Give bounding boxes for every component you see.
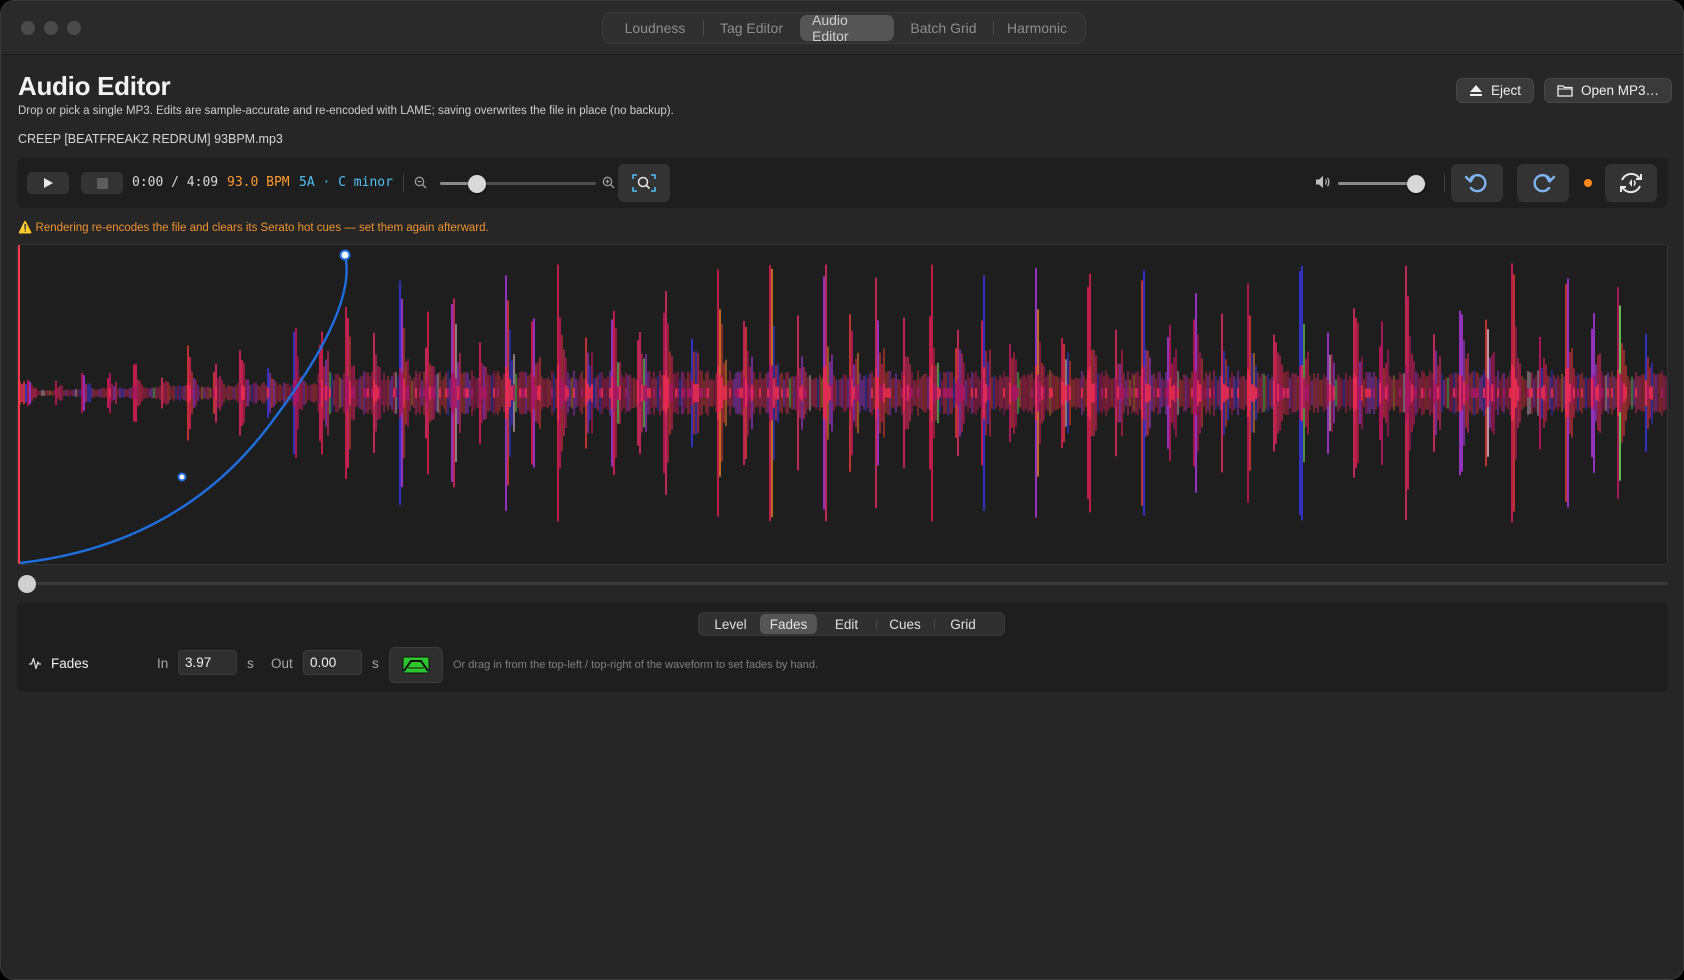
apply-fades-button[interactable] (389, 647, 443, 683)
timeline-scroll-knob[interactable] (18, 575, 36, 593)
volume-slider-fill (1338, 182, 1416, 185)
timeline-scroll-track[interactable] (20, 582, 1668, 585)
tab-cues[interactable]: Cues (876, 614, 935, 634)
zoom-slider[interactable] (440, 175, 596, 193)
zoom-in-icon[interactable] (602, 176, 615, 189)
fade-hint-text: Or drag in from the top-left / top-right… (453, 659, 819, 671)
time-readout: 0:00 / 4:09 (132, 175, 219, 190)
unsaved-indicator-dot (1584, 179, 1592, 187)
stop-button[interactable] (81, 172, 123, 194)
zoom-to-fit-button[interactable] (618, 164, 670, 202)
close-window-button[interactable] (21, 21, 35, 35)
tab-loudness[interactable]: Loudness (607, 15, 704, 41)
edit-mode-tabs: Level Fades Edit Cues Grid (698, 612, 1005, 636)
render-icon (1620, 172, 1642, 194)
fade-in-input[interactable] (178, 650, 237, 675)
fade-in-label: In (157, 656, 169, 671)
fade-preview-icon (402, 656, 430, 674)
render-button[interactable] (1605, 164, 1657, 202)
page-subtitle: Drop or pick a single MP3. Edits are sam… (18, 105, 674, 117)
open-mp3-button[interactable]: Open MP3… (1544, 78, 1673, 103)
fade-out-label: Out (271, 656, 293, 671)
zoom-slider-knob[interactable] (468, 175, 486, 193)
main-tab-bar: Loudness Tag Editor Audio Editor Batch G… (602, 12, 1086, 44)
waveform-bars (19, 263, 1667, 523)
tab-fades[interactable]: Fades (760, 614, 817, 634)
eject-label: Eject (1491, 83, 1522, 98)
fade-out-input[interactable] (303, 650, 362, 675)
tab-audio-editor[interactable]: Audio Editor (800, 12, 894, 44)
loaded-filename: CREEP [BEATFREAKZ REDRUM] 93BPM.mp3 (18, 132, 283, 146)
bpm-readout: 93.0 BPM (227, 175, 290, 190)
fade-in-end-handle[interactable] (339, 249, 351, 261)
stop-icon (96, 177, 108, 189)
undo-button[interactable] (1451, 164, 1503, 202)
tab-tag-editor[interactable]: Tag Editor (703, 15, 801, 41)
eject-icon (1470, 85, 1482, 96)
volume-slider-knob[interactable] (1407, 175, 1425, 193)
waveform-icon (29, 657, 41, 670)
waveform-canvas[interactable] (18, 245, 1668, 565)
play-icon (44, 178, 53, 188)
transport-bar: 0:00 / 4:09 93.0 BPM 5A · C minor (17, 158, 1668, 208)
key-readout: 5A · C minor (299, 175, 393, 190)
open-mp3-label: Open MP3… (1581, 83, 1660, 98)
undo-icon (1464, 173, 1487, 193)
redo-button[interactable] (1517, 164, 1569, 202)
divider (403, 174, 404, 192)
minimize-window-button[interactable] (44, 21, 58, 35)
page-title: Audio Editor (18, 71, 171, 101)
tab-batch-grid[interactable]: Batch Grid (894, 15, 994, 41)
zoom-to-fit-icon (632, 174, 656, 192)
tab-grid[interactable]: Grid (934, 614, 992, 634)
zoom-out-icon[interactable] (414, 176, 427, 189)
fade-curve-handle[interactable] (177, 472, 187, 482)
waveform-view[interactable] (17, 244, 1668, 565)
fade-out-unit: s (372, 656, 379, 671)
tab-level[interactable]: Level (701, 614, 761, 634)
divider (1444, 174, 1445, 192)
zoom-window-button[interactable] (67, 21, 81, 35)
volume-slider[interactable] (1338, 175, 1426, 193)
speaker-icon (1316, 176, 1330, 188)
app-window: Loudness Tag Editor Audio Editor Batch G… (0, 0, 1684, 980)
tab-harmonic[interactable]: Harmonic (993, 15, 1081, 41)
eject-button[interactable]: Eject (1456, 78, 1535, 103)
play-button[interactable] (27, 172, 69, 194)
fade-in-unit: s (247, 656, 254, 671)
fades-section-label: Fades (51, 656, 89, 671)
redo-icon (1533, 173, 1556, 193)
edit-panel: Level Fades Edit Cues Grid (17, 602, 1668, 692)
render-warning: ⚠️ Rendering re-encodes the file and cle… (18, 222, 489, 234)
tab-edit[interactable]: Edit (817, 614, 877, 634)
title-bar: Loudness Tag Editor Audio Editor Batch G… (1, 1, 1683, 55)
folder-icon (1557, 85, 1573, 97)
